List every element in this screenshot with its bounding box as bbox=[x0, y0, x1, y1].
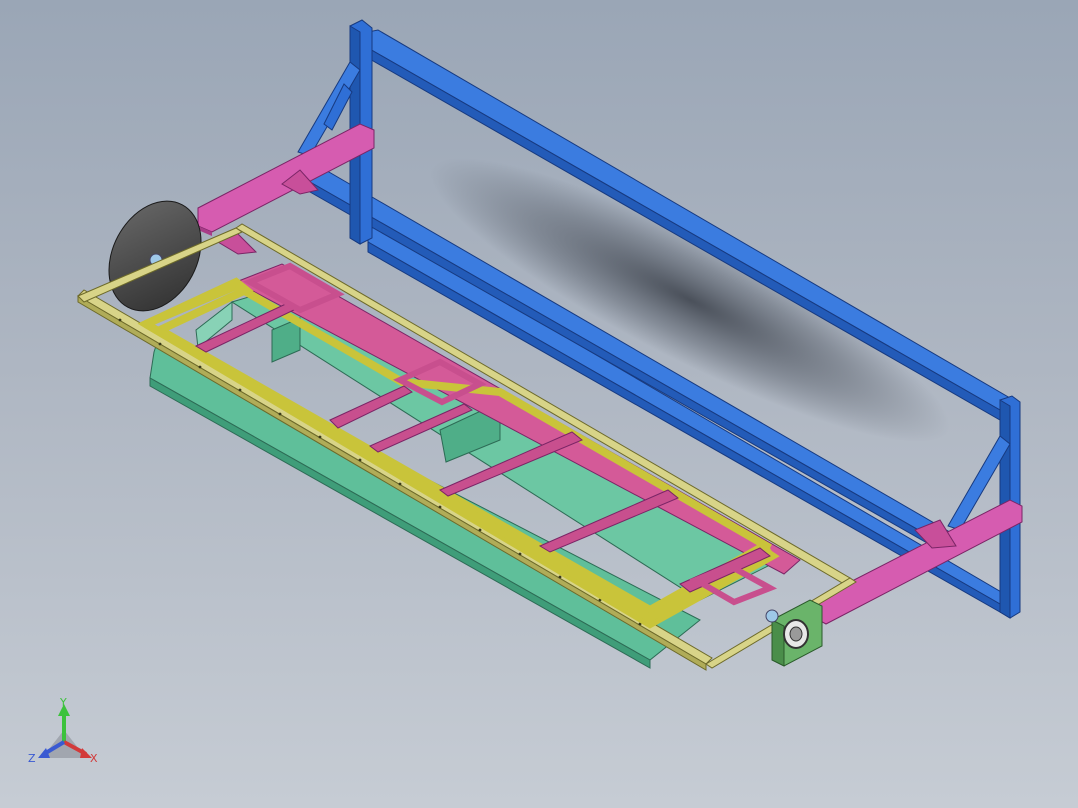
model-canvas[interactable]: Y X Z bbox=[0, 0, 1078, 808]
orientation-triad[interactable]: Y X Z bbox=[28, 696, 98, 765]
triad-y-label: Y bbox=[59, 696, 67, 709]
triad-z-label: Z bbox=[28, 752, 36, 765]
bearing-block[interactable] bbox=[765, 599, 823, 667]
graphics-viewport[interactable]: Y X Z bbox=[0, 0, 1078, 808]
shaft-collar bbox=[765, 609, 779, 623]
triad-x-label: X bbox=[90, 752, 98, 765]
